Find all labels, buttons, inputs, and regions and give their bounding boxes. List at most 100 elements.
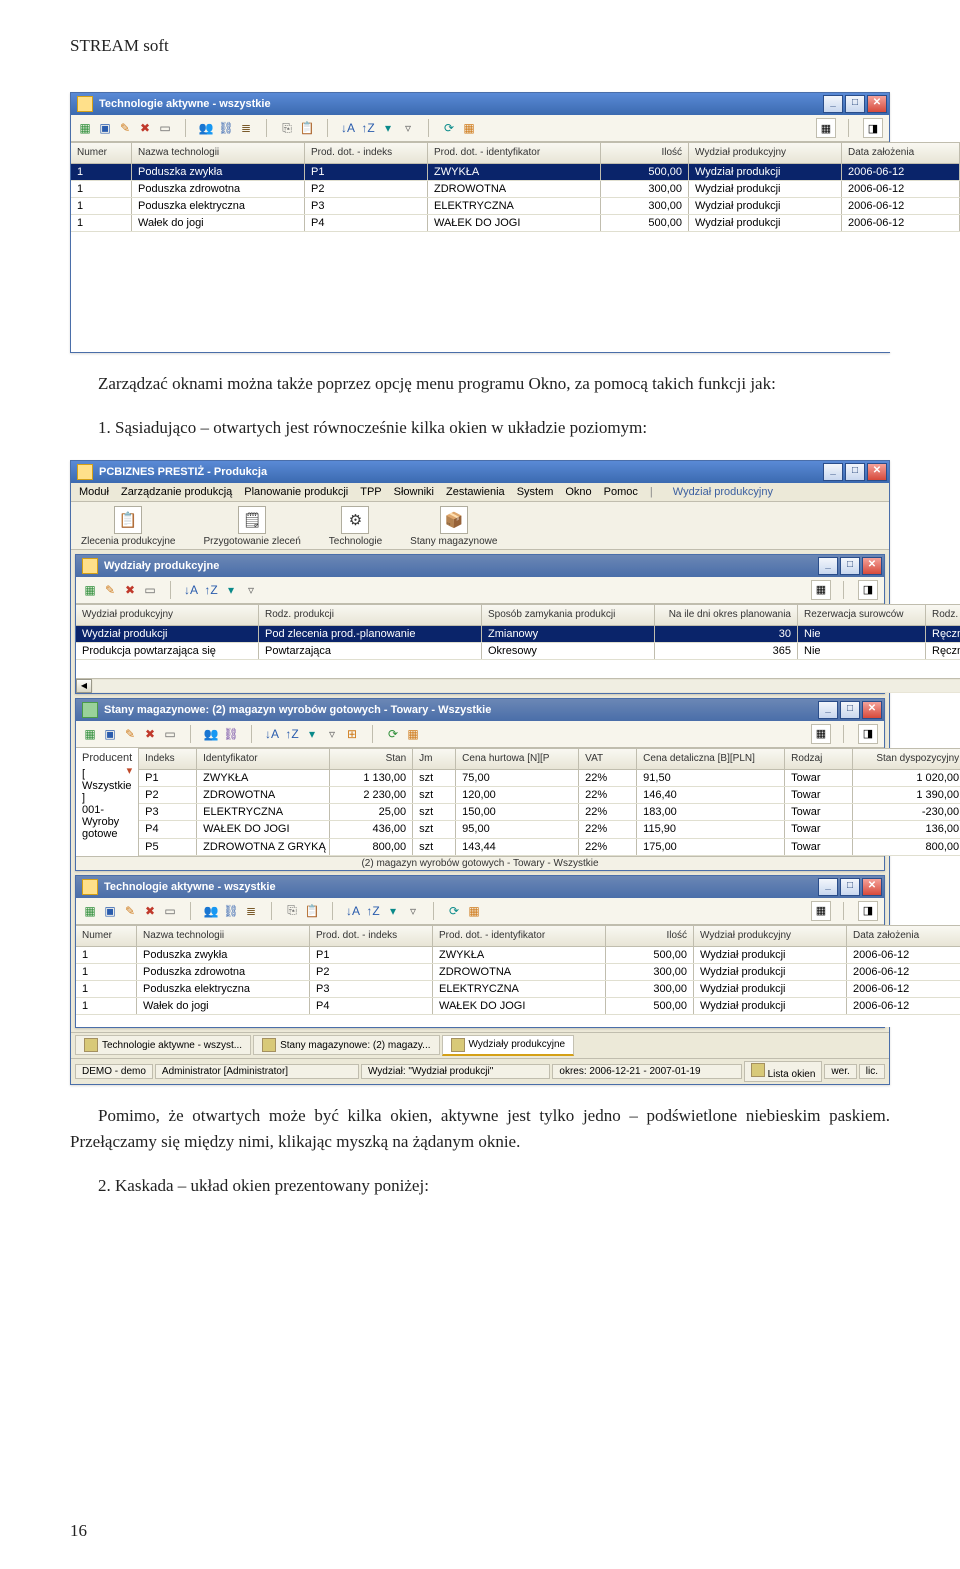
- copy-icon[interactable]: ▣: [97, 120, 113, 136]
- filter-icon[interactable]: ▾: [385, 903, 401, 919]
- delete-icon[interactable]: ✖: [122, 582, 138, 598]
- status-lista[interactable]: Lista okien: [744, 1061, 823, 1082]
- tree-icon[interactable]: ⊞: [344, 726, 360, 742]
- attach-icon[interactable]: ⛓: [223, 726, 239, 742]
- table-row[interactable]: 1Poduszka zwykłaP1ZWYKŁA500,00Wydział pr…: [76, 947, 960, 964]
- menu-item[interactable]: Okno: [565, 486, 591, 498]
- module-button[interactable]: 📦Stany magazynowe: [410, 506, 497, 547]
- mdi-taskbar[interactable]: Technologie aktywne - wszyst...Stany mag…: [71, 1032, 889, 1058]
- refresh-icon[interactable]: ⟳: [385, 726, 401, 742]
- layout-icon[interactable]: ▦: [811, 580, 831, 600]
- column-header[interactable]: Rezerwacja surowców: [798, 605, 926, 625]
- column-header[interactable]: Stan dyspozycyjny: [853, 749, 960, 769]
- tree-item[interactable]: [ Wszystkie ]: [82, 768, 132, 804]
- maximize-button[interactable]: □: [840, 878, 860, 896]
- producer-tree[interactable]: Producent ▾ [ Wszystkie ] 001-Wyroby got…: [76, 748, 139, 856]
- table-row[interactable]: 1Poduszka zdrowotnaP2ZDROWOTNA300,00Wydz…: [76, 964, 960, 981]
- paste-icon[interactable]: 📋: [304, 903, 320, 919]
- module-button[interactable]: ⚙Technologie: [329, 506, 382, 547]
- export-icon[interactable]: ▦: [405, 726, 421, 742]
- maximize-button[interactable]: □: [845, 463, 865, 481]
- stany-grid[interactable]: IndeksIdentyfikatorStanJmCena hurtowa [N…: [139, 748, 960, 856]
- new-icon[interactable]: ▦: [82, 903, 98, 919]
- menu-item[interactable]: Planowanie produkcji: [244, 486, 348, 498]
- refresh-icon[interactable]: ⟳: [446, 903, 462, 919]
- table-row[interactable]: 1Wałek do jogiP4WAŁEK DO JOGI500,00Wydzi…: [71, 215, 960, 232]
- close-panel-icon[interactable]: ◨: [858, 724, 878, 744]
- filter-clear-icon[interactable]: ▿: [405, 903, 421, 919]
- column-header[interactable]: Prod. dot. - indeks: [310, 926, 433, 946]
- list-icon[interactable]: ≣: [238, 120, 254, 136]
- menu-item[interactable]: Słowniki: [394, 486, 434, 498]
- app-title-bar[interactable]: PCBIZNES PRESTIŻ - Produkcja _ □ ✕: [71, 461, 889, 483]
- table-row[interactable]: P3ELEKTRYCZNA25,00szt150,0022%183,00Towa…: [139, 804, 960, 821]
- close-button[interactable]: ✕: [867, 463, 887, 481]
- sort-desc-icon[interactable]: ↑Z: [203, 582, 219, 598]
- table-row[interactable]: 1Wałek do jogiP4WAŁEK DO JOGI500,00Wydzi…: [76, 998, 960, 1015]
- chain-icon[interactable]: ⛓: [223, 903, 239, 919]
- column-header[interactable]: Data założenia: [847, 926, 960, 946]
- column-header[interactable]: Numer: [71, 143, 132, 163]
- close-panel-icon[interactable]: ◨: [863, 118, 883, 138]
- sort-desc-icon[interactable]: ↑Z: [365, 903, 381, 919]
- column-header[interactable]: Jm: [413, 749, 456, 769]
- menu-wydzial[interactable]: Wydział produkcyjny: [673, 486, 773, 498]
- module-toolbar[interactable]: 📋Zlecenia produkcyjne🗒Przygotowanie zlec…: [71, 502, 889, 550]
- column-header[interactable]: Sposób zamykania produkcji: [482, 605, 655, 625]
- column-header[interactable]: Na ile dni okres planowania: [655, 605, 798, 625]
- close-panel-icon[interactable]: ◨: [858, 580, 878, 600]
- sort-desc-icon[interactable]: ↑Z: [360, 120, 376, 136]
- menu-item[interactable]: Zarządzanie produkcją: [121, 486, 232, 498]
- copy2-icon[interactable]: ⎘: [284, 903, 300, 919]
- taskbar-tab[interactable]: Technologie aktywne - wszyst...: [75, 1035, 251, 1055]
- delete-icon[interactable]: ✖: [142, 903, 158, 919]
- maximize-button[interactable]: □: [845, 95, 865, 113]
- column-header[interactable]: Data założenia: [842, 143, 960, 163]
- export-icon[interactable]: ▦: [461, 120, 477, 136]
- new-icon[interactable]: ▦: [82, 582, 98, 598]
- sort-asc-icon[interactable]: ↓A: [264, 726, 280, 742]
- delete-icon[interactable]: ✖: [142, 726, 158, 742]
- sort-asc-icon[interactable]: ↓A: [183, 582, 199, 598]
- column-header[interactable]: Identyfikator: [197, 749, 330, 769]
- column-header[interactable]: Nazwa technologii: [137, 926, 310, 946]
- copy-icon[interactable]: ▣: [102, 903, 118, 919]
- minimize-button[interactable]: _: [818, 878, 838, 896]
- layout-icon[interactable]: ▦: [816, 118, 836, 138]
- sub-title-bar[interactable]: Technologie aktywne - wszystkie _□✕: [76, 876, 884, 898]
- filter-clear-icon[interactable]: ▿: [400, 120, 416, 136]
- chain-icon[interactable]: ⛓: [218, 120, 234, 136]
- edit-icon[interactable]: ✎: [122, 726, 138, 742]
- copy2-icon[interactable]: ⎘: [279, 120, 295, 136]
- column-header[interactable]: Prod. dot. - indeks: [305, 143, 428, 163]
- close-button[interactable]: ✕: [862, 701, 882, 719]
- column-header[interactable]: Stan: [330, 749, 413, 769]
- filter-icon[interactable]: ▾: [380, 120, 396, 136]
- edit-icon[interactable]: ✎: [122, 903, 138, 919]
- sort-asc-icon[interactable]: ↓A: [345, 903, 361, 919]
- sub-title-bar[interactable]: Wydziały produkcyjne _□✕: [76, 555, 884, 577]
- table-row[interactable]: 1Poduszka zwykłaP1ZWYKŁA500,00Wydział pr…: [71, 164, 960, 181]
- module-button[interactable]: 🗒Przygotowanie zleceń: [204, 506, 301, 547]
- table-row[interactable]: P2ZDROWOTNA2 230,00szt120,0022%146,40Tow…: [139, 787, 960, 804]
- menu-item[interactable]: System: [517, 486, 554, 498]
- column-header[interactable]: Nazwa technologii: [132, 143, 305, 163]
- column-header[interactable]: VAT: [579, 749, 637, 769]
- table-row[interactable]: 1Poduszka zdrowotnaP2ZDROWOTNA300,00Wydz…: [71, 181, 960, 198]
- users-icon[interactable]: 👥: [203, 726, 219, 742]
- edit-icon[interactable]: ✎: [117, 120, 133, 136]
- technologie-grid[interactable]: NumerNazwa technologiiProd. dot. - indek…: [71, 142, 960, 352]
- title-bar[interactable]: Technologie aktywne - wszystkie _ □ ✕: [71, 93, 889, 115]
- filter-clear-icon[interactable]: ▿: [243, 582, 259, 598]
- table-row[interactable]: 1Poduszka elektrycznaP3ELEKTRYCZNA300,00…: [71, 198, 960, 215]
- delete-icon[interactable]: ✖: [137, 120, 153, 136]
- menu-item[interactable]: Zestawienia: [446, 486, 505, 498]
- menu-item[interactable]: Pomoc: [604, 486, 638, 498]
- filter-clear-icon[interactable]: ▿: [324, 726, 340, 742]
- taskbar-tab[interactable]: Wydziały produkcyjne: [442, 1035, 575, 1056]
- table-row[interactable]: P1ZWYKŁA1 130,00szt75,0022%91,50Towar1 0…: [139, 770, 960, 787]
- layout-icon[interactable]: ▦: [811, 724, 831, 744]
- column-header[interactable]: Rodz. produkcji: [259, 605, 482, 625]
- view-icon[interactable]: ▭: [162, 903, 178, 919]
- table-row[interactable]: Produkcja powtarzająca sięPowtarzającaOk…: [76, 643, 960, 660]
